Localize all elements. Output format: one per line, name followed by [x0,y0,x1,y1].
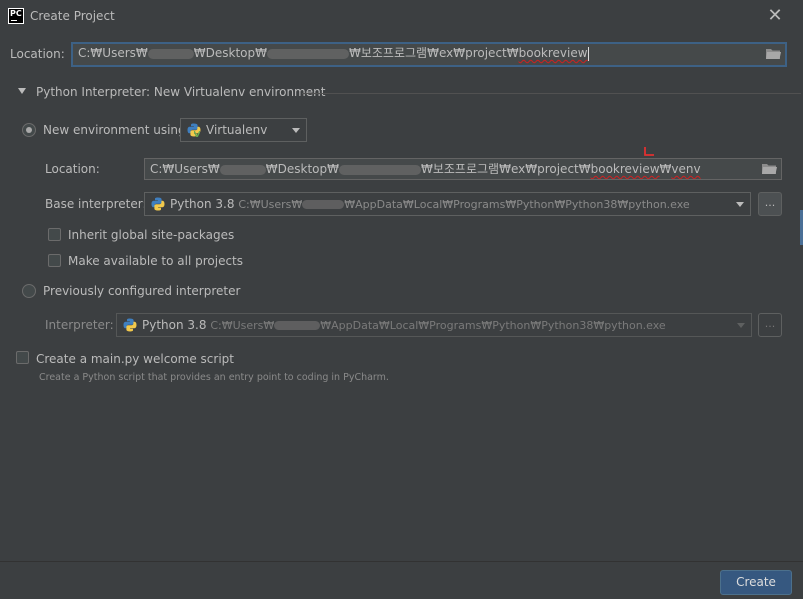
browse-previous-interpreter-button[interactable]: ... [758,313,782,337]
welcome-script-checkbox[interactable] [16,351,29,364]
close-icon[interactable]: ✕ [765,6,785,26]
project-location-input[interactable]: C:₩Users₩ ₩Desktop₩ ₩보조프로그램₩ex₩project₩boo… [71,42,787,67]
make-available-checkbox[interactable] [48,254,61,267]
venv-location-label: Location: [45,162,100,176]
virtualenv-badge-icon [194,131,200,137]
inherit-site-packages-label: Inherit global site-packages [68,228,235,242]
make-available-label: Make available to all projects [68,254,244,268]
location-label: Location: [10,47,65,61]
redacted-username [147,48,194,59]
title-bar: PC Create Project ✕ [0,0,803,33]
previous-interpreter-select[interactable]: Python 3.8 C:₩Users₩ ₩AppData₩Local₩Progr… [116,313,752,337]
collapse-triangle-icon[interactable] [18,88,26,94]
folder-icon[interactable] [766,48,781,59]
new-environment-label: New environment using [43,123,186,137]
interpreter-label: Interpreter: [45,318,114,332]
venv-location-input[interactable]: C:₩Users₩ ₩Desktop₩ ₩보조프로그램₩ex₩project₩boo… [144,158,782,180]
dialog-title: Create Project [30,9,115,23]
chevron-down-icon [736,202,744,207]
environment-tool-select[interactable]: Virtualenv [180,118,307,142]
interpreter-section-title: Python Interpreter: New Virtualenv envir… [36,85,326,99]
text-caret [587,46,589,61]
folder-icon[interactable] [762,163,777,174]
python-icon [123,318,137,332]
inherit-site-packages-checkbox[interactable] [48,228,61,241]
annotation-arrow-icon [644,147,654,156]
browse-interpreter-button[interactable]: ... [758,192,782,216]
previous-interpreter-label: Previously configured interpreter [43,284,241,298]
welcome-script-hint: Create a Python script that provides an … [39,372,389,383]
section-divider [302,93,801,94]
footer-divider [0,561,803,562]
chevron-down-icon [737,323,745,328]
redacted-username [219,164,266,175]
previous-interpreter-radio[interactable] [22,284,36,298]
interpreter-section-header[interactable]: Python Interpreter: New Virtualenv envir… [18,85,801,101]
pycharm-logo-icon: PC [8,8,24,24]
base-interpreter-label: Base interpreter: [45,197,147,211]
chevron-down-icon [292,128,300,133]
welcome-script-label: Create a main.py welcome script [36,352,234,366]
base-interpreter-select[interactable]: Python 3.8 C:₩Users₩ ₩AppData₩Local₩Progr… [144,192,751,216]
create-button[interactable]: Create [720,570,792,595]
redacted-folder [266,48,349,59]
redacted-folder [338,164,421,175]
redacted-username [302,200,345,209]
new-environment-radio[interactable] [22,123,36,137]
python-icon [151,197,165,211]
redacted-username [274,321,321,330]
